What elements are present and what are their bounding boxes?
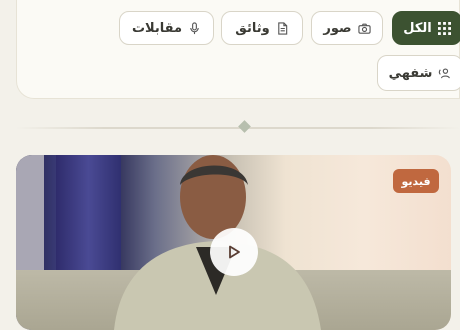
filter-documents-label: وثائق	[235, 20, 270, 36]
video-type-badge: فيديو	[393, 169, 439, 193]
filter-panel: الكل صور وثائق مقابلات شفهي	[16, 0, 460, 99]
filter-interviews-button[interactable]: مقابلات	[119, 11, 214, 45]
divider-ornament	[238, 120, 251, 133]
filter-oral-button[interactable]: شفهي	[377, 55, 460, 91]
grid-icon	[437, 21, 451, 35]
play-button[interactable]	[210, 228, 258, 276]
camera-icon	[357, 23, 371, 34]
play-icon	[229, 245, 240, 259]
video-card[interactable]: فيديو	[16, 155, 451, 330]
filter-all-label: الكل	[403, 20, 432, 36]
filter-interviews-label: مقابلات	[131, 20, 183, 36]
microphone-icon	[190, 21, 199, 34]
filter-photos-label: صور	[323, 20, 352, 36]
filter-oral-label: شفهي	[388, 65, 433, 81]
filter-photos-button[interactable]: صور	[311, 11, 383, 45]
oral-history-icon	[439, 67, 451, 78]
document-icon	[277, 21, 287, 35]
filter-all-button[interactable]: الكل	[392, 11, 460, 45]
filter-documents-button[interactable]: وثائق	[221, 11, 303, 45]
